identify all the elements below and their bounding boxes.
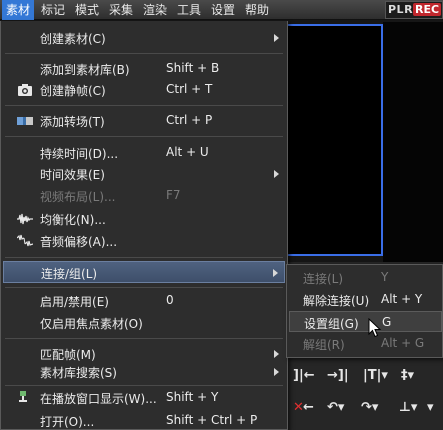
menu-separator xyxy=(5,287,283,288)
menu-item-label: 持续时间(D)... xyxy=(40,147,119,161)
submenu-item-label: 连接(L) xyxy=(303,272,344,286)
menu-item-label: 均衡化(N)... xyxy=(40,213,106,227)
ripple-left-icon[interactable]: ← xyxy=(303,398,314,418)
menu-mark[interactable]: 标记 xyxy=(38,0,68,20)
marker-tool-icon[interactable]: ‡▾ xyxy=(401,366,414,386)
timeline-toolbar-row-2: ✕ ← ↶▾ ↷▾ ⊥▾ ▾ xyxy=(289,396,443,422)
submenu-item-shortcut: G xyxy=(382,315,392,329)
submenu-item-set-group[interactable]: 设置组(G) G xyxy=(289,311,442,332)
menu-item-open[interactable]: 打开(O)... Shift + Ctrl + P xyxy=(3,410,285,430)
menu-separator xyxy=(5,385,283,386)
menu-capture[interactable]: 采集 xyxy=(106,0,136,20)
menu-item-shortcut: F7 xyxy=(166,188,181,202)
lift-icon[interactable]: ⊥▾ xyxy=(399,398,417,418)
menu-item-shortcut: Shift + Ctrl + P xyxy=(166,413,258,427)
menu-help[interactable]: 帮助 xyxy=(242,0,272,20)
audio-offset-icon xyxy=(16,234,34,248)
submenu-item-ungroup: 解组(R) Alt + G xyxy=(289,333,442,354)
menu-clip[interactable]: 素材 xyxy=(2,0,34,20)
menu-settings[interactable]: 设置 xyxy=(208,0,238,20)
submenu-item-label: 设置组(G) xyxy=(304,317,359,331)
menu-tools[interactable]: 工具 xyxy=(174,0,204,20)
submenu-arrow-icon xyxy=(274,368,279,376)
menu-item-duration[interactable]: 持续时间(D)... Alt + U xyxy=(3,142,285,164)
menu-item-equalize[interactable]: 均衡化(N)... xyxy=(3,208,285,230)
waveform-icon xyxy=(17,212,33,226)
app-window: 素材 标记 模式 采集 渲染 工具 设置 帮助 PLR REC ]|← →]| |… xyxy=(0,0,443,430)
menu-item-label: 视频布局(L)... xyxy=(40,190,116,204)
menu-item-shortcut: Shift + Y xyxy=(166,390,219,404)
menu-item-video-layout: 视频布局(L)... F7 xyxy=(3,185,285,207)
menu-item-label: 创建静帧(C) xyxy=(40,84,106,98)
menu-item-label: 创建素材(C) xyxy=(40,32,106,46)
split-icon[interactable]: |T|▾ xyxy=(363,366,388,386)
menu-separator xyxy=(5,338,283,339)
menu-item-label: 添加到素材库(B) xyxy=(40,63,130,77)
undo-icon[interactable]: ↶▾ xyxy=(327,398,344,418)
menu-separator xyxy=(5,257,283,258)
menu-item-time-effect[interactable]: 时间效果(E) xyxy=(3,163,285,185)
menu-separator xyxy=(5,136,283,137)
menu-item-shortcut: 0 xyxy=(166,293,174,307)
menu-item-link-group[interactable]: 连接/组(L) xyxy=(3,261,285,283)
mouse-cursor-icon xyxy=(368,318,382,338)
menu-item-add-transition[interactable]: 添加转场(T) Ctrl + P xyxy=(3,110,285,132)
menubar: 素材 标记 模式 采集 渲染 工具 设置 帮助 PLR REC xyxy=(0,0,443,20)
link-group-submenu: 连接(L) Y 解除连接(U) Alt + Y 设置组(G) G 解组(R) A… xyxy=(286,264,443,358)
menu-item-label: 音频偏移(A)... xyxy=(40,235,118,249)
player-viewer[interactable] xyxy=(283,24,383,256)
menu-item-create-still[interactable]: 创建静帧(C) Ctrl + T xyxy=(3,79,285,101)
submenu-item-shortcut: Alt + G xyxy=(381,336,425,350)
submenu-arrow-icon xyxy=(273,269,278,277)
submenu-item-shortcut: Alt + Y xyxy=(381,292,423,306)
clip-menu-dropdown: 创建素材(C) 添加到素材库(B) Shift + B 创建静帧(C) Ctrl… xyxy=(0,21,288,430)
submenu-item-link: 连接(L) Y xyxy=(289,267,442,288)
menu-separator xyxy=(5,105,283,106)
right-panel xyxy=(383,22,443,262)
menu-item-enable-focus-only[interactable]: 仅启用焦点素材(O) xyxy=(3,312,285,334)
plr-rec-logo: PLR REC xyxy=(385,1,443,19)
extract-icon[interactable]: ▾ xyxy=(427,398,434,418)
menu-item-shortcut: Ctrl + T xyxy=(166,82,213,96)
menu-item-label: 添加转场(T) xyxy=(40,115,105,129)
menu-item-label: 打开(O)... xyxy=(40,415,95,429)
menu-item-add-to-bin[interactable]: 添加到素材库(B) Shift + B xyxy=(3,58,285,80)
menu-item-label: 连接/组(L) xyxy=(41,267,98,281)
menu-item-shortcut: Shift + B xyxy=(166,61,220,75)
menu-mode[interactable]: 模式 xyxy=(72,0,102,20)
menu-item-show-in-player[interactable]: 在播放窗口显示(W)... Shift + Y xyxy=(3,387,285,409)
menu-item-label: 时间效果(E) xyxy=(40,168,105,182)
menu-item-label: 启用/禁用(E) xyxy=(40,295,109,309)
menu-item-label: 素材库搜索(S) xyxy=(40,366,117,380)
menu-render[interactable]: 渲染 xyxy=(140,0,170,20)
submenu-item-unlink[interactable]: 解除连接(U) Alt + Y xyxy=(289,289,442,310)
trim-out-icon[interactable]: →]| xyxy=(327,366,349,386)
menu-item-label: 在播放窗口显示(W)... xyxy=(40,392,157,406)
menu-item-bin-search[interactable]: 素材库搜索(S) xyxy=(3,361,285,383)
menu-item-audio-offset[interactable]: 音频偏移(A)... xyxy=(3,230,285,252)
submenu-arrow-icon xyxy=(274,34,279,42)
submenu-item-shortcut: Y xyxy=(381,270,389,284)
redo-icon[interactable]: ↷▾ xyxy=(361,398,378,418)
monitor-pin-icon xyxy=(17,391,33,405)
transition-icon xyxy=(17,114,33,128)
submenu-item-label: 解除连接(U) xyxy=(303,294,370,308)
timeline-toolbar-row-1: ]|← →]| |T|▾ ‡▾ xyxy=(289,364,443,390)
menu-item-enable-disable[interactable]: 启用/禁用(E) 0 xyxy=(3,290,285,312)
submenu-arrow-icon xyxy=(274,350,279,358)
submenu-item-label: 解组(R) xyxy=(303,338,345,352)
menu-item-shortcut: Alt + U xyxy=(166,145,209,159)
menu-item-label: 仅启用焦点素材(O) xyxy=(40,317,143,331)
menu-item-create-clip[interactable]: 创建素材(C) xyxy=(3,27,285,49)
menu-item-shortcut: Ctrl + P xyxy=(166,113,213,127)
camera-icon xyxy=(17,83,33,97)
submenu-arrow-icon xyxy=(274,170,279,178)
trim-in-icon[interactable]: ]|← xyxy=(293,366,315,386)
menu-separator xyxy=(5,53,283,54)
